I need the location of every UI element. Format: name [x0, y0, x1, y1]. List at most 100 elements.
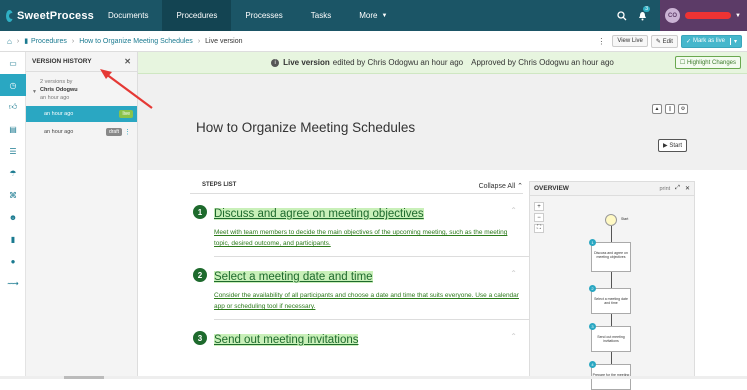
close-icon[interactable]: ✕	[685, 185, 690, 192]
collapse-all-button[interactable]: Collapse All ⌃	[479, 182, 523, 190]
flow-node-label: Select a meeting date and time	[594, 297, 628, 305]
step-item[interactable]: 1 Discuss and agree on meeting objective…	[190, 204, 523, 257]
nav-tasks[interactable]: Tasks	[297, 0, 345, 31]
left-icon-rail: ▭ ◷ 👍︎ ▤ ☰ ☂ ⌘ ☻ ▮ ● ⟿	[0, 52, 26, 379]
flow-node-label: Send out meeting invitations	[597, 335, 624, 343]
overview-header: OVERVIEW print ⤢ ✕	[530, 182, 694, 196]
banner-approved-text: Approved by Chris Odogwu an hour ago	[471, 58, 614, 67]
flow-node[interactable]: 1 Discuss and agree on meeting objective…	[591, 242, 631, 272]
nav-more-label: More	[359, 11, 377, 20]
avatar: CO	[665, 8, 680, 23]
step-description: Consider the availability of all partici…	[214, 290, 519, 312]
flowchart-canvas[interactable]: + − ⛶ Start 1 Discuss and agree on meeti…	[530, 196, 694, 379]
chevron-down-icon: ▼	[381, 13, 387, 19]
step-title[interactable]: Discuss and agree on meeting objectives	[214, 208, 424, 220]
flow-start-node	[605, 214, 617, 226]
redacted-username	[685, 12, 731, 19]
flow-connector	[611, 314, 612, 326]
version-group[interactable]: ▼ 2 versions by Chris Odogwu an hour ago	[26, 72, 137, 102]
overview-panel: OVERVIEW print ⤢ ✕ + − ⛶ Start 1 Discuss…	[529, 181, 695, 379]
top-navbar: SweetProcess Documents Procedures Proces…	[0, 0, 747, 31]
print-link[interactable]: print	[659, 186, 670, 192]
edit-label: Edit	[663, 39, 673, 45]
logo-text: SweetProcess	[17, 10, 94, 22]
collapse-triangle-icon[interactable]: ▼	[32, 88, 37, 96]
step-item[interactable]: 3 Send out meeting invitations ⌃	[190, 330, 523, 348]
fit-screen-button[interactable]: ⛶	[534, 224, 544, 233]
signal-icon[interactable]: ▮	[0, 228, 26, 250]
settings-icon[interactable]: ⚙	[678, 104, 688, 114]
comments-icon[interactable]: ▤	[0, 118, 26, 140]
version-row-draft[interactable]: an hour ago draft ⋮	[26, 124, 137, 140]
divider	[214, 319, 544, 320]
logo[interactable]: SweetProcess	[0, 0, 94, 31]
zoom-in-button[interactable]: +	[534, 202, 544, 211]
flow-start-label: Start	[621, 217, 628, 221]
user-menu[interactable]: CO ▼	[660, 0, 747, 31]
breadcrumb: ⌂ › ▮ Procedures › How to Organize Meeti…	[0, 31, 747, 52]
step-title[interactable]: Send out meeting invitations	[214, 334, 358, 346]
more-options-icon[interactable]: ⋮	[124, 128, 131, 136]
flow-connector	[611, 272, 612, 288]
nav-processes[interactable]: Processes	[231, 0, 296, 31]
document-icon[interactable]: ▭	[0, 52, 26, 74]
thumbs-up-icon[interactable]: 👍︎	[0, 96, 26, 118]
flow-node-number: 3	[589, 323, 596, 330]
flow-node-number: 1	[589, 239, 596, 246]
banner-live-label: Live version	[283, 58, 330, 67]
nav-procedures[interactable]: Procedures	[162, 0, 231, 31]
chevron-up-icon[interactable]: ⌃	[510, 269, 517, 278]
version-count: 2 versions by	[40, 78, 137, 86]
activity-icon[interactable]: ⟿	[0, 272, 26, 294]
live-version-banner: i Live version edited by Chris Odogwu an…	[138, 52, 747, 74]
step-number: 1	[193, 205, 207, 219]
more-options-icon[interactable]: ⋮	[597, 37, 605, 46]
flow-node[interactable]: 3 Send out meeting invitations	[591, 326, 631, 352]
edit-button[interactable]: ✎ Edit	[651, 35, 678, 48]
search-icon[interactable]	[612, 0, 632, 31]
step-number: 2	[193, 268, 207, 282]
highlight-changes-button[interactable]: ☐ Highlight Changes	[675, 56, 741, 69]
nav-more[interactable]: More ▼	[345, 0, 401, 31]
chevron-down-icon[interactable]: ▾	[730, 38, 737, 45]
mark-as-live-button[interactable]: ✓ Mark as live▾	[681, 35, 742, 48]
close-icon[interactable]: ✕	[124, 57, 131, 66]
umbrella-icon[interactable]: ☂	[0, 162, 26, 184]
chevron-up-icon[interactable]: ⌃	[510, 206, 517, 215]
chevron-up-icon[interactable]: ⌃	[510, 332, 517, 341]
flow-node-label: Discuss and agree on meeting objectives	[594, 251, 628, 259]
steps-list-header: STEPS LIST Collapse All ⌃	[190, 182, 523, 194]
breadcrumb-procedures[interactable]: Procedures	[31, 38, 67, 45]
version-time: an hour ago	[44, 111, 73, 117]
start-button[interactable]: ▶ Start	[658, 139, 687, 152]
step-item[interactable]: 2 Select a meeting date and time ⌃ Consi…	[190, 267, 523, 320]
breadcrumb-procedure[interactable]: How to Organize Meeting Schedules	[79, 38, 193, 45]
folder-icon: ▮	[24, 37, 28, 45]
zoom-out-button[interactable]: −	[534, 213, 544, 222]
bell-icon[interactable]: 3	[632, 0, 652, 31]
page-title: How to Organize Meeting Schedules	[196, 120, 415, 135]
version-history-header: VERSION HISTORY ✕	[26, 52, 137, 72]
version-group-time: an hour ago	[40, 94, 137, 102]
version-row-live[interactable]: an hour ago live	[26, 106, 137, 122]
flow-node[interactable]: 2 Select a meeting date and time	[591, 288, 631, 314]
bell-icon[interactable]: ▲	[652, 104, 662, 114]
version-author: Chris Odogwu	[40, 87, 78, 93]
collapse-all-label: Collapse All	[479, 183, 516, 190]
link-icon[interactable]: ⌘	[0, 184, 26, 206]
step-description: Meet with team members to decide the mai…	[214, 227, 519, 249]
home-icon[interactable]: ⌂	[7, 37, 12, 46]
nav-documents[interactable]: Documents	[94, 0, 162, 31]
list-icon[interactable]: ☰	[0, 140, 26, 162]
live-badge: live	[119, 110, 133, 118]
globe-icon[interactable]: ●	[0, 250, 26, 272]
pause-icon[interactable]: ∥	[665, 104, 675, 114]
version-time: an hour ago	[44, 129, 73, 135]
expand-icon[interactable]: ⤢	[675, 185, 680, 192]
users-icon[interactable]: ☻	[0, 206, 26, 228]
view-live-button[interactable]: View Live	[612, 35, 648, 47]
flow-connector	[611, 226, 612, 242]
draft-badge: draft	[106, 128, 122, 136]
step-title[interactable]: Select a meeting date and time	[214, 271, 373, 283]
history-icon[interactable]: ◷	[0, 74, 26, 96]
